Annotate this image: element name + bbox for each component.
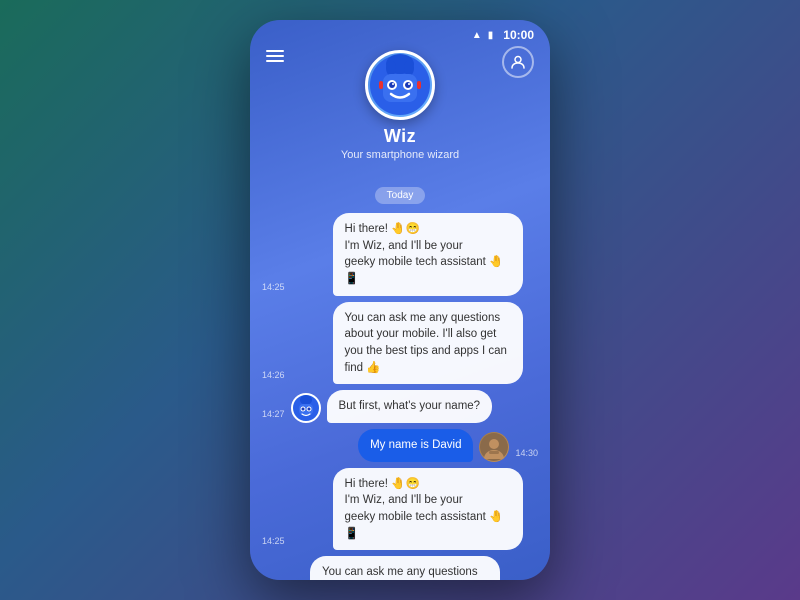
header: Wiz Your smartphone wizard (250, 46, 550, 173)
date-separator: Today (250, 187, 550, 204)
msg-time: 14:25 (262, 536, 285, 546)
status-bar: ▲ ▮ 10:00 (250, 20, 550, 46)
signal-icon: ▲ (472, 30, 482, 41)
bot-bubble: But first, what's your name? (327, 390, 493, 423)
bot-subtitle: Your smartphone wizard (341, 149, 459, 161)
msg-time: 14:26 (262, 370, 285, 380)
msg-time: 14:25 (262, 282, 285, 292)
message-row: You can ask me any questions about (262, 556, 538, 580)
bot-bubble: Hi there! 🤚😁I'm Wiz, and I'll be yourgee… (333, 468, 523, 551)
message-row: 14:30 My name is David (262, 429, 538, 462)
bot-avatar-small (291, 393, 321, 423)
message-row: 14:25 Hi there! 🤚😁I'm Wiz, and I'll be y… (262, 468, 538, 551)
status-time: 10:00 (503, 28, 534, 42)
message-row: 14:25 Hi there! 🤚😁I'm Wiz, and I'll be y… (262, 213, 538, 296)
user-avatar (479, 432, 509, 462)
profile-icon-button[interactable] (502, 46, 534, 78)
user-bubble: My name is David (358, 429, 473, 462)
bot-bubble-partial: You can ask me any questions about (310, 556, 500, 580)
chat-area[interactable]: Today 14:25 Hi there! 🤚😁I'm Wiz, and I'l… (250, 173, 550, 580)
battery-icon: ▮ (488, 30, 494, 41)
bot-name: Wiz (384, 126, 416, 147)
message-row: 14:26 You can ask me any questions about… (262, 302, 538, 385)
msg-time: 14:30 (515, 448, 538, 458)
message-row: 14:27 But first, what's your name? (262, 390, 538, 423)
bot-avatar (365, 50, 435, 120)
msg-time: 14:27 (262, 409, 285, 419)
bot-bubble: You can ask me any questions about your … (333, 302, 523, 385)
hamburger-menu[interactable] (266, 50, 284, 62)
bot-bubble: Hi there! 🤚😁I'm Wiz, and I'll be yourgee… (333, 213, 523, 296)
date-badge: Today (375, 187, 426, 204)
phone-frame: ▲ ▮ 10:00 (250, 20, 550, 580)
